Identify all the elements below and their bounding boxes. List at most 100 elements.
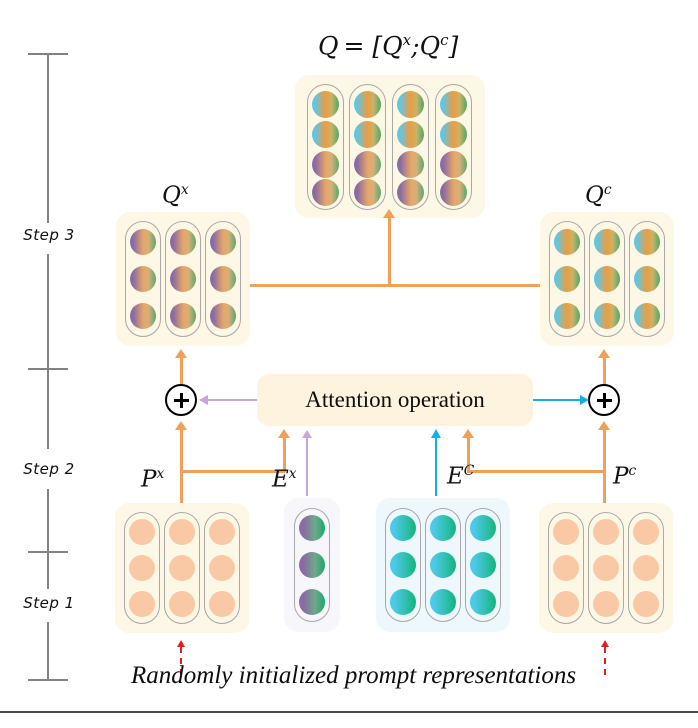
px-dot xyxy=(209,519,235,545)
qc-dot xyxy=(594,229,620,255)
qx-dot xyxy=(170,303,196,329)
attention-to-right-add-line xyxy=(533,399,581,402)
pc-block xyxy=(539,503,673,633)
merge-horizontal-line xyxy=(250,284,540,287)
ec-dot xyxy=(390,552,416,578)
px-to-attention-horizontal xyxy=(180,470,285,473)
add-operator-left xyxy=(165,384,197,416)
attention-to-right-add-arrowhead xyxy=(580,394,589,405)
qc-label: Qc xyxy=(585,182,612,209)
qx-dot xyxy=(210,303,236,329)
qx-dot xyxy=(130,266,156,292)
figure-canvas: Step 3 Step 2 Step 1 Q = [Qx;Qc] Qx Qc A… xyxy=(0,0,698,728)
px-dot xyxy=(169,555,195,581)
pc-dot xyxy=(633,519,659,545)
pc-to-add-line xyxy=(603,430,606,505)
ec-to-attention-arrowhead xyxy=(430,429,441,438)
pc-dot xyxy=(633,591,659,617)
pc-label: Pc xyxy=(613,463,637,490)
qc-input-line xyxy=(603,358,606,384)
px-to-add-line xyxy=(180,430,183,505)
q-combined-dot xyxy=(440,91,467,118)
qx-dot xyxy=(170,229,196,255)
qx-block xyxy=(116,212,250,346)
q-combined-dot xyxy=(397,91,424,118)
footer-rule xyxy=(0,711,698,713)
q-combined-dot xyxy=(440,121,467,148)
pc-dot xyxy=(633,555,659,581)
q-combined-dot xyxy=(397,121,424,148)
ex-to-attention-arrowhead xyxy=(302,430,312,438)
step-label-2: Step 2 xyxy=(23,460,75,478)
pc-dot xyxy=(593,519,619,545)
ec-dot xyxy=(430,589,456,615)
px-to-add-arrowhead xyxy=(175,421,187,430)
attention-operation-label: Attention operation xyxy=(305,387,485,412)
pc-dot xyxy=(593,591,619,617)
px-dot xyxy=(169,591,195,617)
ex-dot xyxy=(299,515,325,541)
qx-dot xyxy=(170,266,196,292)
px-dot xyxy=(169,519,195,545)
px-dot xyxy=(129,519,155,545)
q-combined-dot xyxy=(354,91,381,118)
init-dashed-line-right xyxy=(604,647,606,675)
px-dot xyxy=(129,555,155,581)
px-dot xyxy=(209,555,235,581)
px-dot xyxy=(129,591,155,617)
ec-block xyxy=(376,498,510,632)
qx-dot xyxy=(130,303,156,329)
pc-to-attention-arrowhead xyxy=(462,429,474,438)
q-combined-dot xyxy=(354,179,381,206)
qc-dot xyxy=(554,229,580,255)
axis-tick-bottom xyxy=(28,679,68,681)
q-combined-dot xyxy=(312,151,339,178)
ex-dot xyxy=(299,552,325,578)
px-block xyxy=(115,503,249,633)
merge-arrowhead-up xyxy=(383,209,395,218)
ex-to-attention-line xyxy=(306,438,309,496)
figure-caption: Randomly initialized prompt representati… xyxy=(131,662,577,689)
axis-segment-step3-lower xyxy=(47,254,49,376)
ec-dot xyxy=(470,515,496,541)
ec-to-attention-line xyxy=(435,438,438,496)
qc-block xyxy=(540,212,674,346)
step-label-3: Step 3 xyxy=(23,226,75,244)
qx-dot xyxy=(210,229,236,255)
attention-operation-box[interactable]: Attention operation xyxy=(257,374,533,426)
qx-label: Qx xyxy=(162,182,189,209)
ec-dot xyxy=(390,515,416,541)
qx-input-line xyxy=(180,358,183,384)
qc-dot xyxy=(554,303,580,329)
q-combined-block xyxy=(295,75,485,218)
qc-dot xyxy=(634,229,660,255)
qx-dot xyxy=(210,266,236,292)
ex-block xyxy=(284,498,340,632)
q-combined-dot xyxy=(312,121,339,148)
q-combined-dot xyxy=(397,179,424,206)
init-arrowhead-left xyxy=(176,640,185,647)
merge-vertical-line xyxy=(388,218,391,286)
axis-segment-step1-lower xyxy=(47,622,49,680)
axis-segment-step3-upper xyxy=(47,53,49,223)
q-combined-dot xyxy=(440,179,467,206)
add-operator-right xyxy=(588,384,620,416)
q-combined-dot xyxy=(354,121,381,148)
q-combined-label: Q = [Qx;Qc] xyxy=(318,31,459,61)
qc-dot xyxy=(634,303,660,329)
qc-input-arrowhead xyxy=(598,349,610,358)
ec-dot xyxy=(470,589,496,615)
axis-tick-top xyxy=(28,53,68,55)
pc-to-add-arrowhead xyxy=(598,421,610,430)
pc-dot xyxy=(593,555,619,581)
ec-dot xyxy=(430,552,456,578)
pc-to-attention-horizontal xyxy=(467,470,606,473)
ec-label: EC xyxy=(447,463,475,490)
ec-dot xyxy=(430,515,456,541)
ec-dot xyxy=(470,552,496,578)
axis-segment-step2-upper xyxy=(47,368,49,449)
qc-dot xyxy=(554,266,580,292)
axis-segment-step2-lower xyxy=(47,489,49,551)
attention-to-left-add-line xyxy=(208,399,257,402)
init-arrowhead-right xyxy=(600,640,609,647)
